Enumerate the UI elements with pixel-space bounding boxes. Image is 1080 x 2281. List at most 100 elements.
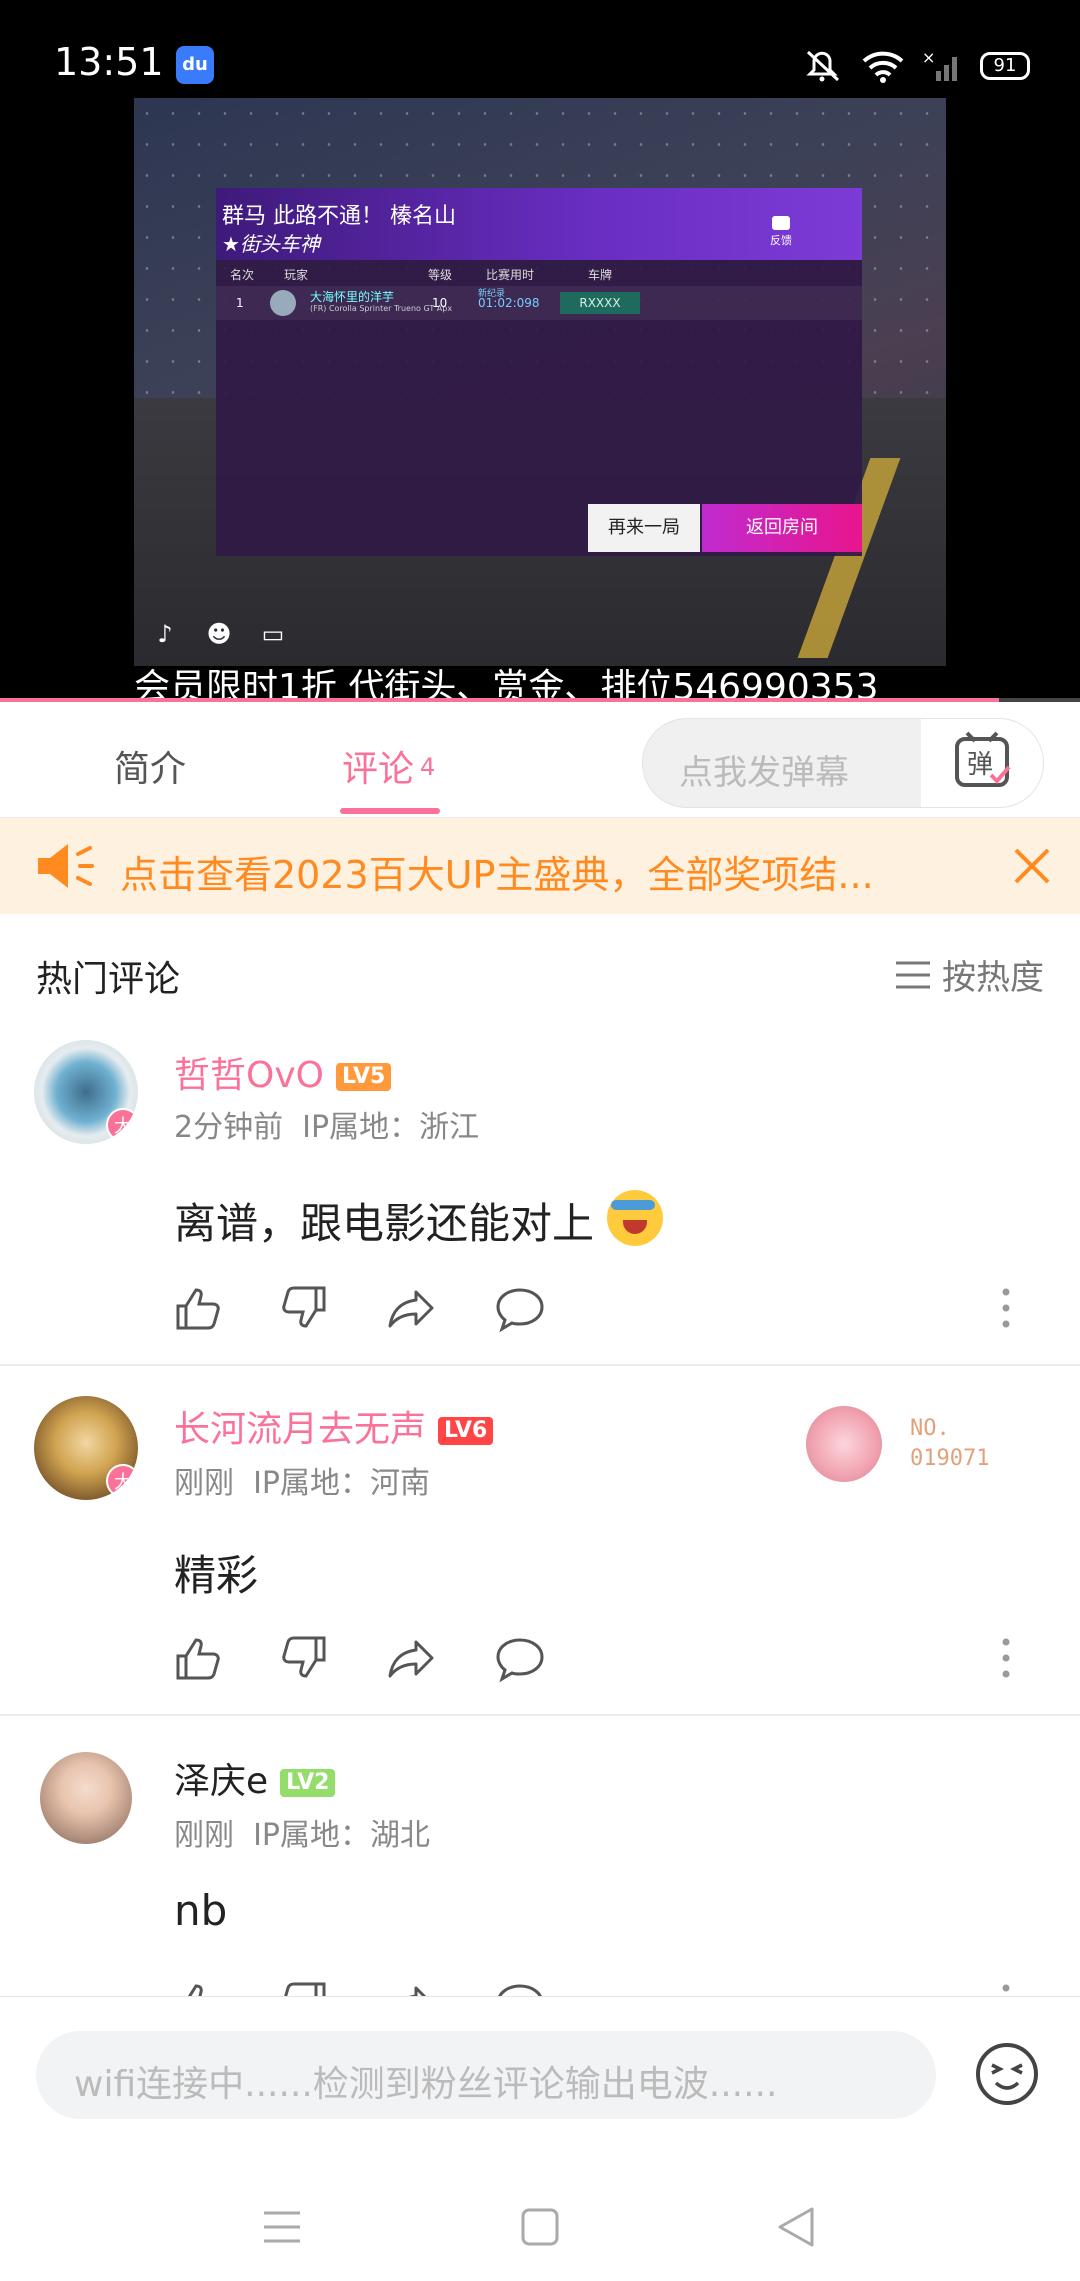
video-frame[interactable]: 群马 此路不通！ 榛名山 ★街头车神 反馈 名次 玩家 等级 比赛用时 车牌 1… <box>134 98 946 666</box>
row-plate: RXXXX <box>560 292 640 314</box>
danmaku-button[interactable]: 弹 <box>921 719 1043 807</box>
video-progress-bar[interactable] <box>0 698 1080 702</box>
avatar[interactable] <box>40 1752 132 1844</box>
comment-text: 离谱，跟电影还能对上 <box>174 1190 664 1251</box>
avatar[interactable]: 大 <box>34 1040 138 1144</box>
video-controls: ♪ ☻ ▭ <box>148 618 290 650</box>
reply-icon[interactable] <box>494 1632 546 1684</box>
header-time: 比赛用时 <box>486 268 535 282</box>
comment-item: 大 长河流月去无声 LV6 NO. 019071 刚刚 IP属地：河南 精彩 <box>0 1366 1080 1716</box>
row-car: (FR) Corolla Sprinter Trueno GT Apx <box>310 304 453 313</box>
signal-icon: × <box>922 49 957 81</box>
battery-icon: 91 <box>980 52 1030 80</box>
comment-ip: IP属地：湖北 <box>253 1818 431 1853</box>
dislike-icon[interactable] <box>278 1282 330 1334</box>
voice-icon[interactable]: ♪ <box>148 618 182 650</box>
comment-actions <box>172 1632 1032 1688</box>
game-subtitle-text: 街头车神 <box>239 232 320 256</box>
sort-icon <box>896 961 930 988</box>
game-header: 群马 此路不通！ 榛名山 ★街头车神 反馈 <box>216 188 862 260</box>
player-avatar <box>270 290 296 316</box>
status-time: 13:51 <box>54 40 164 84</box>
vip-badge: 大 <box>106 1108 138 1142</box>
comment-meta: 刚刚 IP属地：湖北 <box>174 1810 430 1854</box>
home-nav-icon[interactable] <box>520 2207 560 2247</box>
feedback-label: 反馈 <box>770 234 792 247</box>
status-bar: 13:51 du × 91 <box>0 0 1080 98</box>
comments-header: 热门评论 <box>36 959 181 1000</box>
sort-button[interactable]: 按热度 <box>894 950 1044 999</box>
avatar[interactable]: 大 <box>34 1396 138 1500</box>
emoji-icon[interactable] <box>974 2041 1040 2107</box>
share-icon[interactable] <box>386 1282 438 1334</box>
tab-bar: 简介 评论 4 点我发弹幕 弹 <box>0 704 1080 818</box>
username-text: 泽庆e <box>174 1761 269 1802</box>
fan-medal-icon <box>806 1406 882 1482</box>
fan-medal[interactable]: NO. 019071 <box>806 1406 1036 1486</box>
reply-icon[interactable] <box>494 1978 546 1996</box>
close-icon[interactable] <box>1010 844 1054 888</box>
fan-number-label: NO. <box>910 1416 950 1441</box>
danmaku-box[interactable]: 点我发弹幕 弹 <box>642 718 1044 808</box>
row-player: 大海怀里的洋芋 <box>310 290 395 304</box>
announcement-banner[interactable]: 点击查看2023百大UP主盛典，全部奖项结... <box>0 818 1080 914</box>
more-icon[interactable] <box>980 1282 1032 1334</box>
level-badge: LV6 <box>438 1417 494 1445</box>
mute-icon <box>806 50 840 82</box>
comment-text: nb <box>174 1886 228 1935</box>
username[interactable]: 泽庆e LV2 <box>174 1752 336 1804</box>
tab-comments-label: 评论 <box>342 749 415 790</box>
comment-time: 刚刚 <box>174 1466 234 1501</box>
emoji-face-icon[interactable]: ☻ <box>202 618 236 650</box>
banner-text[interactable]: 点击查看2023百大UP主盛典，全部奖项结... <box>120 844 874 899</box>
game-subtitle: ★街头车神 <box>222 232 320 256</box>
like-icon[interactable] <box>172 1282 224 1334</box>
chat-icon[interactable]: ▭ <box>256 618 290 650</box>
username-text: 长河流月去无声 <box>174 1409 427 1450</box>
danmaku-button-label: 弹 <box>967 750 993 780</box>
row-rank: 1 <box>236 296 244 310</box>
comment-ip: IP属地：浙江 <box>302 1110 480 1145</box>
tab-active-indicator <box>340 808 440 814</box>
row-level: 10 <box>432 296 448 310</box>
return-room-button[interactable]: 返回房间 <box>702 504 862 552</box>
fan-number: 019071 <box>910 1446 990 1471</box>
header-player: 玩家 <box>284 268 309 282</box>
reply-icon[interactable] <box>494 1282 546 1334</box>
feedback-icon <box>772 216 790 230</box>
more-icon[interactable] <box>980 1978 1032 1996</box>
comment-actions <box>172 1978 1032 1996</box>
comment-time: 刚刚 <box>174 1818 234 1853</box>
danmaku-input[interactable]: 点我发弹幕 <box>679 745 849 794</box>
status-icons: × 91 <box>800 46 1030 86</box>
vip-badge: 大 <box>106 1464 138 1498</box>
username[interactable]: 哲哲OvO LV5 <box>174 1046 392 1098</box>
dislike-icon[interactable] <box>278 1978 330 1996</box>
tab-intro[interactable]: 简介 <box>114 740 186 792</box>
tab-comments[interactable]: 评论 4 <box>342 740 435 792</box>
like-icon[interactable] <box>172 1978 224 1996</box>
system-nav-bar <box>0 2173 1080 2281</box>
username[interactable]: 长河流月去无声 LV6 <box>174 1400 494 1452</box>
username-text: 哲哲OvO <box>174 1055 324 1096</box>
comment-input-placeholder: wifi连接中......检测到粉丝评论输出电波...... <box>74 2064 778 2105</box>
svg-text:×: × <box>922 49 935 67</box>
dislike-icon[interactable] <box>278 1632 330 1684</box>
video-player[interactable]: 群马 此路不通！ 榛名山 ★街头车神 反馈 名次 玩家 等级 比赛用时 车牌 1… <box>0 98 1080 702</box>
header-level: 等级 <box>428 268 453 282</box>
comment-text: 精彩 <box>174 1551 259 1600</box>
level-badge: LV2 <box>280 1769 336 1797</box>
game-result-panel: 群马 此路不通！ 榛名山 ★街头车神 反馈 名次 玩家 等级 比赛用时 车牌 1… <box>216 188 862 556</box>
like-icon[interactable] <box>172 1632 224 1684</box>
comment-input[interactable]: wifi连接中......检测到粉丝评论输出电波...... <box>36 2031 936 2119</box>
speaker-icon <box>38 844 94 888</box>
menu-nav-icon[interactable] <box>262 2207 302 2247</box>
comment-ip: IP属地：河南 <box>253 1466 431 1501</box>
play-again-button[interactable]: 再来一局 <box>588 504 700 552</box>
more-icon[interactable] <box>980 1632 1032 1684</box>
share-icon[interactable] <box>386 1978 438 1996</box>
game-title: 群马 此路不通！ 榛名山 <box>222 204 456 229</box>
comment-time: 2分钟前 <box>174 1110 284 1145</box>
share-icon[interactable] <box>386 1632 438 1684</box>
back-nav-icon[interactable] <box>776 2205 816 2249</box>
